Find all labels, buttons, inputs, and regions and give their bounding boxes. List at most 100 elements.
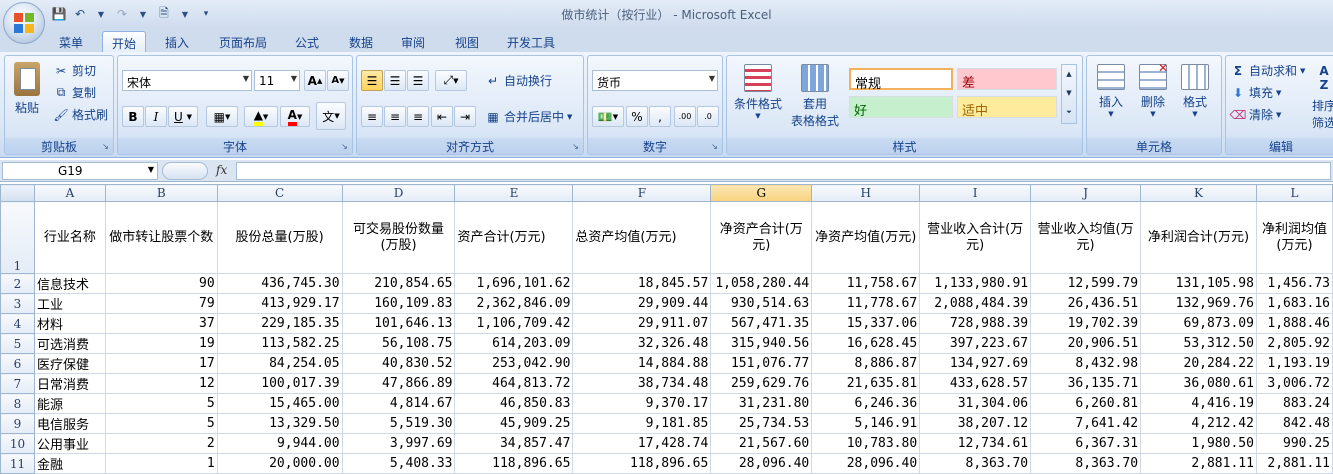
clear-button[interactable]: ⌫ 清除 ▼ — [1230, 106, 1282, 123]
industry-cell[interactable]: 能源 — [33, 393, 106, 414]
value-cell[interactable]: 10,783.80 — [811, 433, 921, 454]
value-cell[interactable]: 1,696,101.62 — [454, 273, 574, 294]
decrease-decimal-button[interactable]: .0 — [697, 106, 719, 127]
value-cell[interactable]: 47,866.89 — [341, 373, 456, 394]
value-cell[interactable]: 31,231.80 — [710, 393, 813, 414]
value-cell[interactable]: 1,888.46 — [1255, 313, 1333, 334]
percent-style-button[interactable]: % — [626, 106, 648, 127]
formula-bar-toggle[interactable] — [162, 162, 208, 180]
dialog-launcher-icon[interactable]: ↘ — [709, 141, 720, 152]
column-header-selected[interactable]: G — [710, 184, 813, 202]
borders-button[interactable]: ▦ ▼ — [206, 106, 238, 127]
value-cell[interactable]: 20,906.51 — [1030, 333, 1142, 354]
value-cell[interactable]: 19 — [104, 333, 218, 354]
tab-developer[interactable]: 开发工具 — [500, 31, 562, 52]
value-cell[interactable]: 84,254.05 — [216, 353, 343, 374]
industry-cell[interactable]: 公用事业 — [33, 433, 106, 454]
header-cell[interactable]: 做市转让股票个数 — [104, 201, 218, 274]
style-neutral[interactable]: 适中 — [957, 96, 1057, 119]
value-cell[interactable]: 32,326.48 — [572, 333, 712, 354]
value-cell[interactable]: 1,106,709.42 — [454, 313, 574, 334]
value-cell[interactable]: 436,745.30 — [216, 273, 343, 294]
value-cell[interactable]: 34,857.47 — [454, 433, 574, 454]
value-cell[interactable]: 11,758.67 — [811, 273, 921, 294]
value-cell[interactable]: 229,185.35 — [216, 313, 343, 334]
value-cell[interactable]: 253,042.90 — [454, 353, 574, 374]
value-cell[interactable]: 8,886.87 — [811, 353, 921, 374]
column-header[interactable]: K — [1140, 184, 1257, 202]
value-cell[interactable]: 29,911.07 — [572, 313, 712, 334]
value-cell[interactable]: 19,702.39 — [1030, 313, 1142, 334]
value-cell[interactable]: 113,582.25 — [216, 333, 343, 354]
industry-cell[interactable]: 医疗保健 — [33, 353, 106, 374]
value-cell[interactable]: 1,193.19 — [1255, 353, 1333, 374]
value-cell[interactable]: 2,088,484.39 — [919, 293, 1032, 314]
style-good[interactable]: 好 — [849, 96, 953, 119]
office-button[interactable] — [3, 2, 45, 44]
tab-review[interactable]: 审阅 — [392, 31, 434, 52]
row-header[interactable]: 8 — [0, 393, 35, 414]
value-cell[interactable]: 36,135.71 — [1030, 373, 1142, 394]
underline-button[interactable]: U ▼ — [168, 106, 198, 127]
value-cell[interactable]: 433,628.57 — [919, 373, 1032, 394]
header-cell[interactable]: 净资产合计(万元) — [710, 201, 813, 274]
insert-cells-button[interactable]: 插入 ▼ — [1091, 64, 1131, 118]
column-header[interactable]: E — [454, 184, 574, 202]
value-cell[interactable]: 118,896.65 — [454, 453, 574, 474]
align-right-button[interactable]: ≡ — [407, 106, 429, 127]
value-cell[interactable]: 883.24 — [1255, 393, 1333, 414]
value-cell[interactable]: 14,884.88 — [572, 353, 712, 374]
number-format-select[interactable]: 货币 ▼ — [592, 70, 718, 91]
align-center-button[interactable]: ≡ — [384, 106, 406, 127]
value-cell[interactable]: 26,436.51 — [1030, 293, 1142, 314]
format-cells-button[interactable]: 格式 ▼ — [1175, 64, 1215, 118]
style-normal[interactable]: 常规 — [849, 68, 953, 92]
value-cell[interactable]: 160,109.83 — [341, 293, 456, 314]
merge-center-button[interactable]: ▦ 合并后居中 ▼ — [485, 108, 572, 125]
value-cell[interactable]: 134,927.69 — [919, 353, 1032, 374]
align-top-button[interactable]: ☰ — [361, 70, 383, 91]
value-cell[interactable]: 17,428.74 — [572, 433, 712, 454]
value-cell[interactable]: 6,246.36 — [811, 393, 921, 414]
paste-button[interactable]: 粘贴 — [9, 62, 45, 116]
tab-home[interactable]: 开始 — [102, 31, 146, 52]
column-header[interactable]: J — [1030, 184, 1142, 202]
value-cell[interactable]: 315,940.56 — [710, 333, 813, 354]
value-cell[interactable]: 53,312.50 — [1140, 333, 1257, 354]
value-cell[interactable]: 3,997.69 — [341, 433, 456, 454]
value-cell[interactable]: 1,058,280.44 — [710, 273, 813, 294]
industry-cell[interactable]: 材料 — [33, 313, 106, 334]
value-cell[interactable]: 4,814.67 — [341, 393, 456, 414]
style-bad[interactable]: 差 — [957, 68, 1057, 91]
value-cell[interactable]: 37 — [104, 313, 218, 334]
value-cell[interactable]: 1,683.16 — [1255, 293, 1333, 314]
row-header[interactable]: 3 — [0, 293, 35, 314]
header-cell[interactable]: 总资产均值(万元) — [572, 201, 712, 274]
formula-input[interactable] — [236, 162, 1331, 180]
bold-button[interactable]: B — [122, 106, 144, 127]
row-header[interactable]: 2 — [0, 273, 35, 294]
value-cell[interactable]: 13,329.50 — [216, 413, 343, 434]
industry-cell[interactable]: 金融 — [33, 453, 106, 474]
industry-cell[interactable]: 日常消费 — [33, 373, 106, 394]
align-bottom-button[interactable]: ☰ — [407, 70, 429, 91]
value-cell[interactable]: 5 — [104, 393, 218, 414]
align-middle-button[interactable]: ☰ — [384, 70, 406, 91]
value-cell[interactable]: 3,006.72 — [1255, 373, 1333, 394]
value-cell[interactable]: 31,304.06 — [919, 393, 1032, 414]
autosum-button[interactable]: Σ 自动求和 ▼ — [1230, 62, 1306, 79]
cut-button[interactable]: ✂ 剪切 — [53, 62, 96, 79]
scroll-down-icon[interactable]: ▼ — [1062, 84, 1076, 103]
accounting-format-button[interactable]: 💵 ▼ — [592, 106, 624, 127]
value-cell[interactable]: 12,734.61 — [919, 433, 1032, 454]
fill-button[interactable]: ⬇ 填充 ▼ — [1230, 84, 1281, 101]
value-cell[interactable]: 8,432.98 — [1030, 353, 1142, 374]
value-cell[interactable]: 131,105.98 — [1140, 273, 1257, 294]
value-cell[interactable]: 259,629.76 — [710, 373, 813, 394]
increase-decimal-button[interactable]: .00 — [674, 106, 696, 127]
value-cell[interactable]: 9,181.85 — [572, 413, 712, 434]
value-cell[interactable]: 7,641.42 — [1030, 413, 1142, 434]
value-cell[interactable]: 2,881.11 — [1140, 453, 1257, 474]
header-cell[interactable]: 营业收入合计(万元) — [919, 201, 1032, 274]
header-cell[interactable]: 净资产均值(万元) — [811, 201, 921, 274]
